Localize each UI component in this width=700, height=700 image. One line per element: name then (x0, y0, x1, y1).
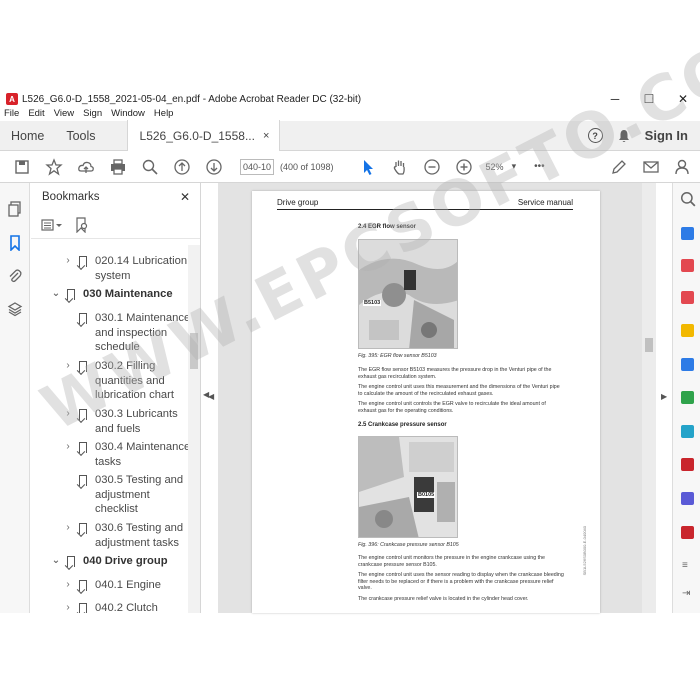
more-tools-menu-icon[interactable]: ≡ (682, 560, 688, 571)
paragraph: The engine control unit monitors the pre… (358, 555, 545, 568)
window-title: L526_G6.0-D_1558_2021-05-04_en.pdf - Ado… (22, 93, 362, 105)
bookmarks-header: Bookmarks ✕ (31, 183, 200, 211)
chevron-down-icon[interactable]: ⌄ (51, 554, 61, 569)
chevron-right-icon[interactable]: › (63, 521, 73, 536)
close-tab-icon[interactable]: × (263, 130, 269, 142)
bookmark-label: 040 Drive group (83, 555, 168, 567)
comment-icon[interactable] (681, 324, 694, 337)
bookmark-label-line2: system (95, 269, 131, 282)
chevron-right-icon[interactable]: › (63, 601, 73, 613)
bookmarks-title: Bookmarks (42, 191, 100, 203)
bookmark-label: 030 Maintenance (83, 288, 173, 300)
bookmark-label: 020.14 Lubrication (95, 255, 188, 267)
figure-label: B5103 (363, 300, 382, 306)
attachment-icon[interactable] (7, 268, 23, 284)
scan-ocr-icon[interactable] (681, 425, 694, 438)
chevron-right-icon[interactable]: › (63, 254, 73, 269)
fill-sign-icon[interactable] (681, 458, 694, 471)
bookmark-icon (79, 603, 87, 613)
next-page-arrow-icon[interactable]: ▶ (661, 392, 667, 401)
zoom-search-icon[interactable] (140, 157, 160, 177)
figure-crankcase-sensor: B0105 (358, 436, 458, 538)
next-page-icon[interactable] (204, 157, 224, 177)
figure-caption: Fig. 395: EGR flow sensor B5103 (358, 353, 437, 359)
paragraph: The crankcase pressure relief valve is l… (358, 596, 529, 602)
bookmark-label-line2: adjustment (95, 488, 150, 501)
bookmark-label: 030.6 Testing and (95, 522, 184, 534)
close-panel-icon[interactable]: ✕ (180, 190, 190, 204)
export-pdf-icon[interactable] (681, 227, 694, 240)
right-tools-rail: ≡ ⇥ (672, 183, 700, 613)
page-number-input[interactable]: 040-10 (240, 158, 274, 175)
collapse-rail-icon[interactable]: ⇥ (682, 588, 690, 599)
bookmark-label-line2: adjustment tasks (95, 536, 179, 549)
chevron-down-icon[interactable]: ⌄ (51, 287, 61, 302)
paragraph: The engine control unit controls the EGR… (358, 401, 546, 414)
bookmark-icon (79, 523, 87, 534)
bookmark-icon (79, 580, 87, 591)
page-count: (400 of 1098) (280, 161, 334, 172)
create-pdf-icon[interactable] (681, 259, 694, 272)
bookmark-icon (67, 289, 75, 300)
bookmark-icon (67, 556, 75, 567)
document-code: SB1L526S0B000-E-040040 (582, 526, 587, 576)
protect-icon[interactable] (681, 492, 694, 505)
bookmark-icon (79, 442, 87, 453)
bookmark-icon (79, 313, 87, 324)
paragraph: The engine control unit uses this measur… (358, 384, 560, 397)
bookmark-search-icon[interactable] (75, 216, 89, 233)
section-heading: 2.5 Crankcase pressure sensor (358, 422, 447, 428)
bookmarks-tools (31, 211, 200, 239)
bookmark-icon (79, 475, 87, 486)
left-rail (0, 183, 30, 613)
bookmark-label: 040.2 Clutch (95, 602, 158, 613)
previous-page-icon[interactable] (172, 157, 192, 177)
scrollbar-thumb[interactable] (645, 338, 653, 352)
acrobat-icon: A (6, 93, 18, 105)
figure-caption: Fig. 396: Crankcase pressure sensor B105 (358, 542, 459, 548)
bookmark-label-line2: tasks (95, 455, 122, 468)
document-scrollbar[interactable] (642, 183, 656, 613)
cloud-upload-icon[interactable] (76, 157, 96, 177)
pages-icon[interactable] (7, 201, 23, 217)
print-icon[interactable] (108, 157, 128, 177)
layers-icon[interactable] (7, 301, 23, 317)
document-tab-label: L526_G6.0-D_1558... (139, 128, 255, 143)
paragraph: The engine control unit uses the sensor … (358, 572, 564, 592)
bookmark-options-icon[interactable] (41, 218, 63, 232)
bookmark-label-line3: checklist (95, 503, 138, 515)
bookmark-icon (79, 256, 87, 267)
bookmark-label: 030.4 Maintenance (95, 441, 189, 453)
save-icon[interactable] (12, 157, 32, 177)
tab-home[interactable]: Home (0, 120, 55, 152)
search-tools-icon[interactable] (680, 191, 696, 207)
combine-files-icon[interactable] (681, 358, 694, 371)
share-user-icon[interactable] (673, 157, 693, 177)
bookmark-label: 040.1 Engine (95, 579, 161, 591)
email-icon[interactable] (641, 157, 661, 177)
engine-photo (359, 437, 457, 537)
tab-tools[interactable]: Tools (55, 120, 106, 152)
chevron-right-icon[interactable]: › (63, 578, 73, 593)
select-cursor-icon[interactable] (358, 157, 378, 177)
send-for-signature-icon[interactable] (681, 526, 694, 539)
tab-document[interactable]: L526_G6.0-D_1558... × (126, 119, 281, 152)
bookmark-label: 030.5 Testing and (95, 474, 184, 486)
edit-pdf-icon[interactable] (681, 291, 694, 304)
figure-label: B0105 (417, 492, 436, 498)
paragraph: The EGR flow sensor B5103 measures the p… (358, 367, 552, 380)
page-header-left: Drive group (277, 198, 319, 207)
bookmark-panel-icon[interactable] (7, 235, 23, 251)
previous-page-arrow-icon[interactable]: ◀ (208, 392, 214, 401)
star-icon[interactable] (44, 157, 64, 177)
organize-pages-icon[interactable] (681, 391, 694, 404)
hand-tool-icon[interactable] (390, 157, 410, 177)
